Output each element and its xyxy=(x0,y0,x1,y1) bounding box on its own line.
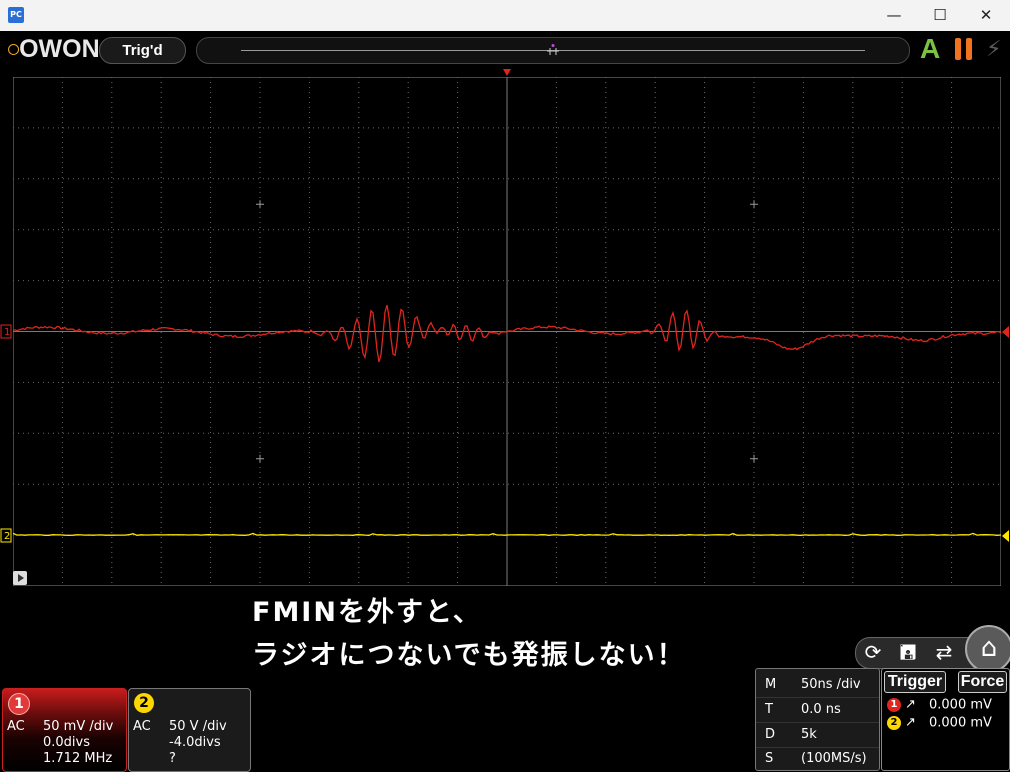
ch1-trigger-level: 0.000 mV xyxy=(929,697,992,713)
ch1-frequency: 1.712 MHz xyxy=(43,751,113,766)
ch2-coupling: AC xyxy=(133,719,151,734)
timebase-t-key: T xyxy=(765,702,773,717)
timebase-delay: 0.0 ns xyxy=(801,702,841,717)
trigger-status-badge: Trig'd xyxy=(99,37,186,64)
swap-icon[interactable]: ⇄ xyxy=(931,639,957,665)
title-bar: PC — ☐ ✕ xyxy=(0,0,1010,31)
rising-edge-icon: ↗ xyxy=(905,697,916,712)
close-icon[interactable]: ✕ xyxy=(963,0,1009,31)
ch1-level-label: 1 xyxy=(4,327,10,338)
ch1-trigger-level-marker xyxy=(1002,326,1009,338)
ch1-number-icon: 1 xyxy=(8,693,30,715)
ch1-level-marker: 1 xyxy=(0,324,12,339)
ch1-offset: 0.0divs xyxy=(43,735,91,750)
ch2-trigger-icon: 2 xyxy=(887,716,901,730)
ch2-offset: -4.0divs xyxy=(169,735,221,750)
caption-line-2: ラジオにつないでも発振しない！ xyxy=(252,640,686,671)
pause-icon[interactable] xyxy=(954,38,976,62)
scope-display xyxy=(13,77,1001,586)
trigger-time-marker xyxy=(503,69,511,76)
rising-edge-icon: ↗ xyxy=(905,715,916,730)
timebase-panel[interactable]: M 50ns /div T 0.0 ns D 5k S (100MS/s) xyxy=(755,668,880,771)
bolt-icon[interactable]: ⚡︎ xyxy=(986,37,1002,63)
ch1-trigger-icon: 1 xyxy=(887,698,901,712)
timebase-d-key: D xyxy=(765,727,776,742)
auto-set-icon[interactable]: A xyxy=(920,35,942,63)
ch2-level-marker: 2 xyxy=(0,528,12,543)
minimize-icon[interactable]: — xyxy=(871,0,917,31)
caption-line-1: FMINを外すと、 xyxy=(252,597,482,628)
owon-logo: ○ OWON xyxy=(6,34,100,63)
ch2-frequency: ? xyxy=(169,751,176,766)
ch2-scale: 50 V /div xyxy=(169,719,227,734)
trigger-position-marker[interactable] xyxy=(547,44,559,56)
ch1-info-panel[interactable]: 1 AC 50 mV /div 0.0divs 1.712 MHz xyxy=(2,688,127,772)
ch2-number-icon: 2 xyxy=(134,693,154,713)
control-icons: ⟳ 🖪︎ ⇄ ⌂ xyxy=(855,625,1010,673)
app-icon: PC xyxy=(8,7,24,23)
trigger-panel: Trigger Force 1 ↗ 0.000 mV 2 ↗ 0.000 mV xyxy=(881,668,1010,771)
ch2-trigger-level-marker xyxy=(1002,530,1009,542)
ch2-level-label: 2 xyxy=(4,531,10,542)
play-button[interactable] xyxy=(13,571,27,585)
force-button[interactable]: Force xyxy=(958,671,1007,693)
timebase-m-key: M xyxy=(765,677,777,692)
timebase-scale: 50ns /div xyxy=(801,677,861,692)
timebase-sample-rate: (100MS/s) xyxy=(801,751,867,766)
ch1-coupling: AC xyxy=(7,719,25,734)
maximize-icon[interactable]: ☐ xyxy=(917,0,963,31)
trigger-button[interactable]: Trigger xyxy=(884,671,946,693)
timebase-s-key: S xyxy=(765,751,774,766)
save-icon[interactable]: 🖪︎ xyxy=(895,639,921,665)
horizontal-position-bar[interactable] xyxy=(196,37,910,64)
home-icon[interactable]: ⌂ xyxy=(965,625,1010,673)
ch1-scale: 50 mV /div xyxy=(43,719,114,734)
ch2-trigger-level: 0.000 mV xyxy=(929,715,992,731)
refresh-icon[interactable]: ⟳ xyxy=(860,639,886,665)
ch2-info-panel[interactable]: 2 AC 50 V /div -4.0divs ? xyxy=(128,688,251,772)
timebase-depth: 5k xyxy=(801,727,817,742)
